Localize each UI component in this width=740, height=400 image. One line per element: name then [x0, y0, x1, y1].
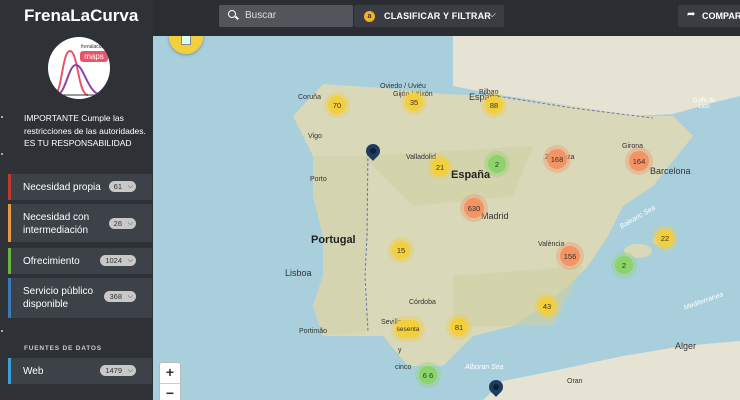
- search-icon: [228, 10, 236, 18]
- country-label: Portugal: [311, 234, 356, 246]
- edge-marker: [1, 116, 3, 118]
- place-label: Alger: [675, 341, 697, 351]
- category-label: Necesidad con intermediación: [23, 212, 90, 236]
- chevron-down-icon: ⌵: [127, 183, 133, 190]
- place-label: València: [538, 241, 565, 248]
- broken-image-icon: [181, 36, 191, 45]
- top-bar: Buscar a CLASIFICAR Y FILTRAR ⌵ ➦ COMPAR: [153, 0, 740, 36]
- share-label: COMPAR: [702, 11, 740, 21]
- share-icon: ➦: [687, 9, 696, 20]
- chevron-down-icon: ⌵: [127, 257, 133, 264]
- chevron-down-icon: ⌵: [488, 9, 496, 20]
- sidebar: FrenaLaCurva frenalacurva maps IMPORTANT…: [0, 0, 153, 400]
- filter-label: CLASIFICAR Y FILTRAR: [384, 11, 491, 21]
- category-ofrecimiento[interactable]: Ofrecimiento 1024 ⌵: [8, 248, 152, 274]
- edge-marker: [1, 330, 3, 332]
- chevron-down-icon: ⌵: [127, 293, 133, 300]
- source-label: Web: [23, 366, 44, 377]
- sea-label: Alboran Sea: [465, 364, 504, 371]
- category-count-badge[interactable]: 368 ⌵: [104, 291, 136, 302]
- map-cluster[interactable]: 15: [392, 241, 410, 259]
- place-label: Vigo: [308, 133, 322, 140]
- search-input[interactable]: Buscar: [219, 5, 353, 27]
- category-count-badge[interactable]: 61 ⌵: [108, 181, 136, 192]
- zoom-control: + −: [159, 362, 181, 400]
- place-label: Lisboa: [285, 268, 312, 278]
- map-cluster[interactable]: 22: [656, 229, 674, 247]
- category-count-badge[interactable]: 1024 ⌵: [100, 255, 136, 266]
- filter-badge-icon: a: [364, 11, 375, 22]
- map-cluster[interactable]: 630: [464, 198, 484, 218]
- category-necesidad-propia[interactable]: Necesidad propia 61 ⌵: [8, 174, 152, 200]
- data-sources-heading: FUENTES DE DATOS: [24, 345, 102, 352]
- map-cluster[interactable]: 81: [450, 318, 468, 336]
- logo-maps-badge: maps: [80, 51, 108, 62]
- place-label: Porto: [310, 176, 327, 183]
- category-label: Ofrecimiento: [23, 256, 80, 267]
- place-label: Córdoba: [409, 299, 436, 306]
- chevron-down-icon: ⌵: [127, 220, 133, 227]
- classify-filter-button[interactable]: a CLASIFICAR Y FILTRAR ⌵: [354, 5, 504, 27]
- place-label: Valladolid: [406, 154, 436, 161]
- place-label: Oviedo / Uviéu: [380, 83, 426, 90]
- logo-small-text: frenalacurva: [81, 44, 109, 50]
- map-cluster[interactable]: 168: [547, 149, 567, 169]
- category-servicio-publico[interactable]: Servicio público disponible 368 ⌵: [8, 278, 152, 318]
- place-label: Barcelona: [650, 166, 691, 176]
- edge-marker: [1, 153, 3, 155]
- map-canvas[interactable]: Oviedo / Uviéu Gijón / Xixón Bilbao Espa…: [153, 36, 740, 400]
- map-cluster[interactable]: 43: [538, 297, 556, 315]
- map-cluster[interactable]: sesenta: [395, 320, 421, 338]
- category-label: Servicio público disponible: [23, 286, 94, 310]
- share-button[interactable]: ➦ COMPAR: [678, 5, 740, 27]
- sea-label: Golfe du Lion: [692, 98, 716, 110]
- source-count-badge[interactable]: 1479 ⌵: [100, 365, 136, 376]
- map-cluster[interactable]: 2: [615, 256, 633, 274]
- place-label: y: [398, 347, 402, 354]
- source-web[interactable]: Web 1479 ⌵: [8, 358, 152, 384]
- zoom-in-button[interactable]: +: [160, 363, 180, 381]
- map-cluster[interactable]: 156: [560, 246, 580, 266]
- category-count-badge[interactable]: 26 ⌵: [108, 218, 136, 229]
- place-label: Portimão: [299, 328, 328, 335]
- place-label: Madrid: [481, 211, 509, 221]
- category-label: Necesidad propia: [23, 182, 101, 193]
- search-placeholder: Buscar: [245, 10, 277, 21]
- map-cluster[interactable]: 88: [485, 96, 503, 114]
- place-label: Girona: [622, 143, 644, 150]
- place-label: Coruña: [298, 94, 321, 101]
- place-label: cinco: [395, 364, 412, 371]
- map-cluster[interactable]: 164: [629, 151, 649, 171]
- zoom-out-button[interactable]: −: [160, 383, 180, 400]
- country-label: España: [451, 169, 491, 181]
- app-logo[interactable]: frenalacurva maps: [48, 37, 110, 99]
- map-cluster[interactable]: 2: [488, 155, 506, 173]
- app-title[interactable]: FrenaLaCurva: [24, 6, 138, 26]
- map-cluster[interactable]: 21: [431, 158, 449, 176]
- map-cluster[interactable]: 35: [405, 93, 423, 111]
- important-notice: IMPORTANTE Cumple las restricciones de l…: [24, 113, 146, 148]
- map-cluster[interactable]: 6 6: [419, 366, 437, 384]
- category-necesidad-intermediacion[interactable]: Necesidad con intermediación 26 ⌵: [8, 204, 152, 242]
- place-label: Oran: [567, 378, 583, 385]
- map-base-layer: [293, 36, 740, 400]
- chevron-down-icon: ⌵: [127, 367, 133, 374]
- map-cluster[interactable]: 70: [328, 96, 346, 114]
